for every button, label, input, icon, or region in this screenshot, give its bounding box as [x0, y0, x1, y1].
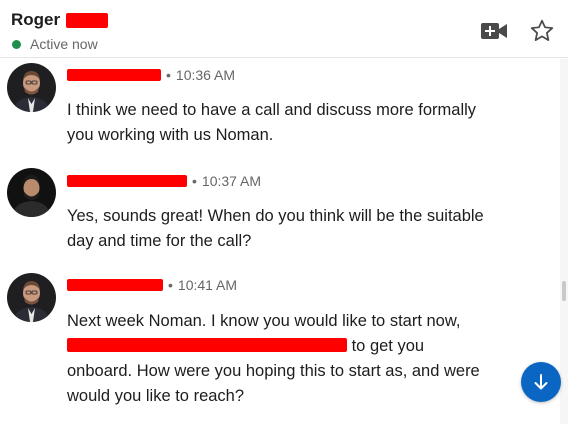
scroll-to-latest-button[interactable] — [521, 362, 561, 402]
video-plus-icon — [481, 23, 507, 39]
meta-separator: • — [192, 173, 197, 189]
contact-title-row: Roger — [11, 10, 109, 30]
message-meta: • 10:41 AM — [67, 277, 237, 293]
message-text: I think we need to have a call and discu… — [67, 101, 477, 144]
scrollbar-thumb[interactable] — [562, 281, 566, 301]
message-time: 10:37 AM — [201, 173, 262, 189]
message-meta: • 10:37 AM — [67, 173, 261, 189]
video-call-button[interactable] — [478, 16, 510, 46]
message-time: 10:36 AM — [175, 67, 236, 83]
sender-name-redaction — [67, 69, 161, 81]
online-status-dot — [12, 39, 21, 49]
conversation-header: Roger Active now — [0, 0, 568, 58]
status-text: Active now — [30, 36, 98, 52]
message-text-part: Next week Noman. I know you would like t… — [67, 312, 461, 330]
avatar-photo — [7, 273, 56, 322]
header-actions — [478, 16, 558, 46]
sender-name-redaction — [67, 279, 163, 291]
meta-separator: • — [166, 67, 171, 83]
avatar-photo — [7, 63, 56, 112]
message-text: Next week Noman. I know you would like t… — [67, 309, 487, 409]
message-text-redaction — [67, 338, 347, 352]
message-time: 10:41 AM — [177, 277, 238, 293]
message-meta: • 10:36 AM — [67, 67, 235, 83]
scrollbar-track[interactable] — [560, 59, 568, 424]
contact-name[interactable]: Roger — [11, 10, 60, 30]
contact-name-redaction — [66, 12, 109, 28]
star-outline-icon — [530, 19, 554, 41]
avatar-photo — [7, 168, 56, 217]
sender-avatar[interactable] — [7, 168, 56, 217]
message-list[interactable]: • 10:36 AM I think we need to have a cal… — [0, 59, 560, 424]
sender-avatar[interactable] — [7, 63, 56, 112]
arrow-down-icon — [534, 374, 548, 390]
sender-name-redaction — [67, 175, 187, 187]
meta-separator: • — [168, 277, 173, 293]
sender-avatar[interactable] — [7, 273, 56, 322]
presence-status: Active now — [12, 36, 98, 52]
star-button[interactable] — [526, 16, 558, 46]
message-text: Yes, sounds great! When do you think wil… — [67, 207, 484, 250]
